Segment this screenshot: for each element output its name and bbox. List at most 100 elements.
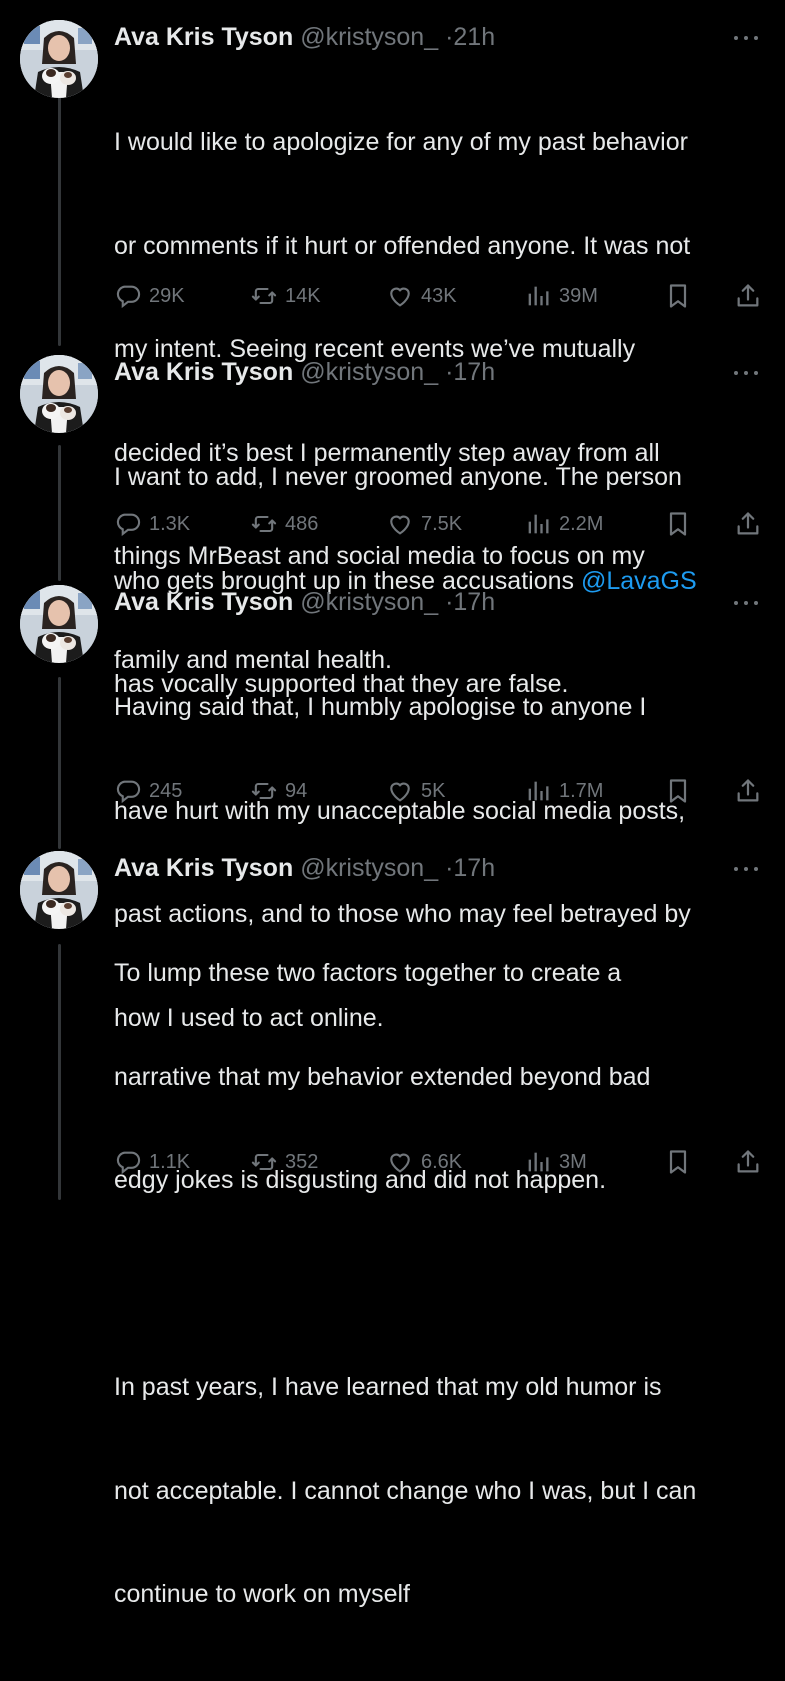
- repost-icon: [251, 1153, 277, 1171]
- repost-count: 94: [285, 779, 308, 802]
- views-icon: [528, 286, 549, 306]
- views-count: 39M: [559, 284, 598, 307]
- bookmark-button[interactable]: [664, 504, 692, 544]
- reply-button[interactable]: 1.1K: [114, 1142, 190, 1182]
- reply-count: 1.1K: [149, 1150, 191, 1173]
- author-name[interactable]: Ava Kris Tyson: [114, 23, 293, 51]
- bookmark-button[interactable]: [664, 771, 692, 811]
- views-count: 1.7M: [559, 779, 604, 802]
- text-line: or comments if it hurt or offended anyon…: [114, 231, 691, 260]
- share-button[interactable]: [734, 1142, 762, 1182]
- avatar[interactable]: [20, 585, 98, 663]
- bookmark-icon: [669, 512, 687, 536]
- like-count: 6.6K: [421, 1150, 463, 1173]
- repost-button[interactable]: 14K: [250, 276, 321, 316]
- text-line: continue to work on myself: [114, 1580, 410, 1608]
- author-name[interactable]: Ava Kris Tyson: [114, 854, 293, 882]
- reply-icon: [116, 513, 141, 537]
- author-handle[interactable]: @kristyson_: [300, 854, 438, 882]
- text-line: Having said that, I humbly apologise to …: [114, 693, 647, 721]
- views-button[interactable]: 39M: [524, 276, 598, 316]
- views-icon: [528, 514, 549, 534]
- author-handle[interactable]: @kristyson_: [300, 588, 438, 616]
- reply-icon: [116, 1151, 141, 1175]
- more-icon[interactable]: [729, 355, 763, 389]
- heart-icon: [390, 287, 410, 307]
- reply-button[interactable]: 245: [114, 771, 182, 811]
- views-button[interactable]: 2.2M: [524, 504, 603, 544]
- bookmark-icon: [669, 284, 687, 308]
- tweet-text: To lump these two factors together to cr…: [114, 887, 763, 1681]
- thread-line: [58, 677, 61, 849]
- avatar[interactable]: [20, 851, 98, 929]
- more-icon[interactable]: [729, 20, 763, 54]
- reply-button[interactable]: 29K: [114, 276, 185, 316]
- heart-icon: [390, 1153, 410, 1173]
- bookmark-button[interactable]: [664, 1142, 692, 1182]
- views-icon: [528, 1152, 549, 1172]
- text-line: In past years, I have learned that my ol…: [114, 1373, 662, 1401]
- reply-icon: [116, 780, 141, 804]
- repost-button[interactable]: 486: [250, 504, 318, 544]
- reply-count: 1.3K: [149, 512, 191, 535]
- reply-count: 29K: [149, 284, 185, 307]
- more-icon[interactable]: [729, 585, 763, 619]
- views-count: 3M: [559, 1150, 587, 1173]
- author-name[interactable]: Ava Kris Tyson: [114, 358, 293, 386]
- action-bar: 1.1K 352 6.6K 3M: [114, 1142, 766, 1182]
- thread-line: [58, 944, 61, 1200]
- thread-line: [58, 445, 61, 581]
- like-count: 43K: [421, 284, 457, 307]
- thread-line: [58, 88, 61, 346]
- bookmark-icon: [669, 779, 687, 803]
- repost-count: 486: [285, 512, 319, 535]
- avatar[interactable]: [20, 20, 98, 98]
- timestamp[interactable]: 17h: [453, 588, 495, 616]
- share-button[interactable]: [734, 504, 762, 544]
- reply-button[interactable]: 1.3K: [114, 504, 190, 544]
- share-icon: [737, 1150, 759, 1173]
- text-line-blank: [114, 1267, 763, 1302]
- repost-count: 352: [285, 1150, 319, 1173]
- repost-button[interactable]: 352: [250, 1142, 318, 1182]
- action-bar: 245 94 5K 1.7M: [114, 771, 766, 811]
- like-count: 7.5K: [421, 512, 463, 535]
- repost-button[interactable]: 94: [250, 771, 307, 811]
- views-button[interactable]: 3M: [524, 1142, 587, 1182]
- author-handle[interactable]: @kristyson_: [300, 23, 438, 51]
- author-handle[interactable]: @kristyson_: [300, 358, 438, 386]
- tweet-header: Ava Kris Tyson @kristyson_ ·17h: [114, 851, 763, 885]
- views-button[interactable]: 1.7M: [524, 771, 603, 811]
- share-icon: [737, 512, 759, 535]
- action-bar: 29K 14K 43K 39M: [114, 276, 766, 316]
- tweet-header: Ava Kris Tyson @kristyson_ ·21h: [114, 20, 763, 54]
- repost-icon: [251, 287, 277, 305]
- timestamp[interactable]: 17h: [453, 854, 495, 882]
- share-button[interactable]: [734, 771, 762, 811]
- timestamp[interactable]: 17h: [453, 358, 495, 386]
- bookmark-icon: [669, 1150, 687, 1174]
- author-name[interactable]: Ava Kris Tyson: [114, 588, 293, 616]
- like-button[interactable]: 6.6K: [386, 1142, 462, 1182]
- like-button[interactable]: 5K: [386, 771, 445, 811]
- like-count: 5K: [421, 779, 446, 802]
- repost-icon: [251, 782, 277, 800]
- tweet-header: Ava Kris Tyson @kristyson_ ·17h: [114, 585, 763, 619]
- more-icon[interactable]: [729, 851, 763, 885]
- tweet-header: Ava Kris Tyson @kristyson_ ·17h: [114, 355, 763, 389]
- repost-count: 14K: [285, 284, 321, 307]
- avatar[interactable]: [20, 355, 98, 433]
- text-line: I want to add, I never groomed anyone. T…: [114, 463, 682, 491]
- text-line: I would like to apologize for any of my …: [114, 128, 688, 156]
- heart-icon: [390, 782, 410, 802]
- share-button[interactable]: [734, 276, 762, 316]
- heart-icon: [390, 515, 410, 535]
- share-icon: [737, 779, 759, 802]
- text-line: not acceptable. I cannot change who I wa…: [114, 1476, 697, 1505]
- like-button[interactable]: 43K: [386, 276, 457, 316]
- bookmark-button[interactable]: [664, 276, 692, 316]
- text-line: To lump these two factors together to cr…: [114, 959, 622, 987]
- like-button[interactable]: 7.5K: [386, 504, 462, 544]
- timestamp[interactable]: 21h: [453, 23, 495, 51]
- share-icon: [737, 284, 759, 307]
